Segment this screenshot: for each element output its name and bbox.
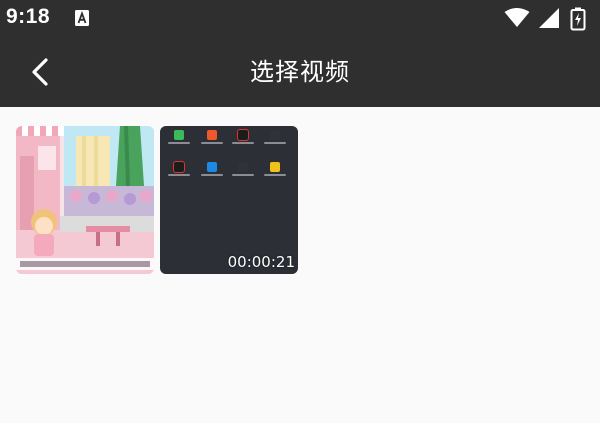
video-item[interactable]: [16, 126, 154, 274]
status-bar: 9:18: [0, 0, 600, 37]
video-thumbnail: [16, 126, 154, 274]
app-bar: 选择视频: [0, 37, 600, 107]
status-time: 9:18: [6, 5, 51, 28]
wifi-icon: [504, 8, 530, 27]
video-duration: 00:00:21: [227, 253, 295, 271]
video-grid: 00:00:21: [16, 126, 596, 276]
video-item[interactable]: 00:00:21: [160, 126, 298, 274]
battery-icon: [570, 7, 586, 31]
notification-a-icon: [74, 9, 90, 27]
page-title: 选择视频: [250, 58, 350, 86]
cell-signal-icon: [539, 8, 559, 28]
back-button[interactable]: [20, 52, 60, 92]
status-icons: [504, 7, 594, 31]
chevron-left-icon: [32, 58, 48, 86]
video-thumbnail: [160, 126, 298, 196]
